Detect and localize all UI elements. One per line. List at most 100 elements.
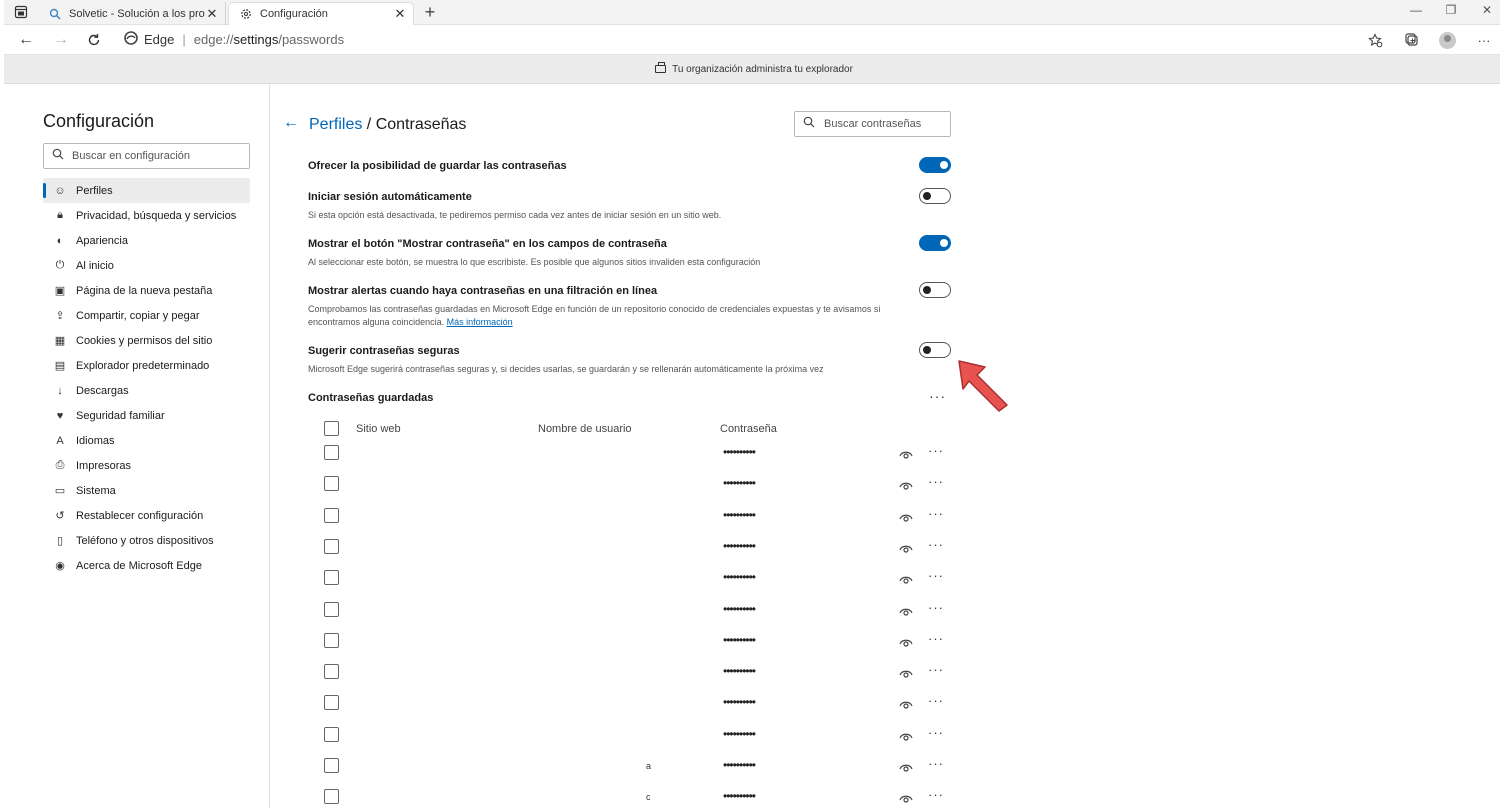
browser-icon: ▤ (54, 360, 66, 372)
row-more-icon[interactable]: ··· (928, 725, 944, 740)
setting-toggle[interactable] (919, 157, 951, 173)
tab-strip: Solvetic - Solución a los problem ✕ Conf… (4, 0, 1500, 25)
row-more-icon[interactable]: ··· (928, 662, 944, 677)
show-password-eye-icon[interactable] (899, 478, 913, 490)
password-search-box[interactable] (794, 111, 951, 137)
close-window-icon[interactable]: ✕ (1477, 3, 1497, 17)
row-more-icon[interactable]: ··· (928, 506, 944, 521)
sidebar-item-newtab[interactable]: ▣ Página de la nueva pestaña (43, 278, 250, 303)
row-more-icon[interactable]: ··· (928, 443, 944, 458)
phone-icon: ▯ (56, 535, 64, 547)
show-password-eye-icon[interactable] (899, 760, 913, 772)
row-more-icon[interactable]: ··· (928, 568, 944, 583)
more-menu-icon[interactable]: ··· (1475, 31, 1493, 49)
row-more-icon[interactable]: ··· (928, 693, 944, 708)
row-checkbox[interactable] (324, 789, 339, 805)
row-checkbox[interactable] (324, 507, 339, 523)
sidebar-item-reset[interactable]: ↺ Restablecer configuración (43, 503, 250, 528)
row-password: •••••••••• (723, 758, 756, 772)
show-password-eye-icon[interactable] (899, 729, 913, 741)
row-more-icon[interactable]: ··· (928, 600, 944, 615)
refresh-icon[interactable] (84, 30, 104, 50)
sidebar-item-phone[interactable]: ▯ Teléfono y otros dispositivos (43, 528, 250, 553)
tab-configuracion[interactable]: Configuración ✕ (228, 2, 414, 25)
row-more-icon[interactable]: ··· (928, 537, 944, 552)
setting-toggle[interactable] (919, 282, 951, 298)
download-icon: ↓ (57, 384, 63, 397)
back-arrow-icon[interactable]: ← (283, 114, 299, 132)
row-checkbox[interactable] (324, 695, 339, 711)
url-text: edge://settings/passwords (193, 32, 345, 47)
restore-icon[interactable]: ❐ (1441, 3, 1461, 17)
show-password-eye-icon[interactable] (899, 697, 913, 709)
setting-toggle[interactable] (919, 342, 951, 358)
show-password-eye-icon[interactable] (899, 447, 913, 459)
sidebar-item-family[interactable]: ♥︎ Seguridad familiar (43, 403, 250, 428)
profile-avatar-icon[interactable] (1438, 31, 1456, 49)
breadcrumb: Perfiles / Contraseñas (309, 116, 466, 134)
column-header-user: Nombre de usuario (538, 423, 632, 435)
tab-actions-icon[interactable] (14, 5, 28, 19)
password-search-input[interactable] (824, 118, 944, 130)
sidebar-item-download[interactable]: ↓ Descargas (43, 378, 250, 403)
address-bar[interactable]: Edge | edge://settings/passwords (124, 31, 344, 48)
sidebar-item-share[interactable]: ⇪ Compartir, copiar y pegar (43, 303, 250, 328)
row-more-icon[interactable]: ··· (928, 787, 944, 802)
sidebar-item-laptop[interactable]: ▭ Sistema (43, 478, 250, 503)
laptop-icon: ▭ (54, 485, 66, 497)
row-checkbox[interactable] (324, 570, 339, 586)
row-checkbox[interactable] (324, 726, 339, 742)
sidebar-nav: ☺ Perfiles 🔒︎ Privacidad, búsqueda y servic… (43, 178, 250, 578)
more-info-link[interactable]: Más información (447, 317, 513, 327)
sidebar-item-palette[interactable]: ◐ Apariencia (43, 228, 250, 253)
sidebar-item-power[interactable]: ⏻ Al inicio (43, 253, 250, 278)
row-more-icon[interactable]: ··· (928, 631, 944, 646)
show-password-eye-icon[interactable] (899, 541, 913, 553)
sidebar-item-printer[interactable]: ⎙ Impresoras (43, 453, 250, 478)
close-tab-icon[interactable]: ✕ (393, 6, 407, 22)
row-more-icon[interactable]: ··· (928, 756, 944, 771)
setting-label: Mostrar el botón "Mostrar contraseña" en… (308, 238, 667, 250)
minimize-icon[interactable]: — (1406, 3, 1426, 17)
breadcrumb-profiles-link[interactable]: Perfiles (309, 116, 362, 133)
show-password-eye-icon[interactable] (899, 510, 913, 522)
row-checkbox[interactable] (324, 601, 339, 617)
setting-toggle[interactable] (919, 235, 951, 251)
settings-search-input[interactable] (72, 150, 242, 162)
sidebar-item-edge[interactable]: ◉ Acerca de Microsoft Edge (43, 553, 250, 578)
tab-solvetic[interactable]: Solvetic - Solución a los problem ✕ (38, 2, 226, 25)
show-password-eye-icon[interactable] (899, 604, 913, 616)
row-checkbox[interactable] (324, 445, 339, 460)
sidebar-item-lock[interactable]: 🔒︎ Privacidad, búsqueda y servicios (43, 203, 250, 228)
saved-passwords-title: Contraseñas guardadas (308, 392, 434, 404)
new-tab-icon[interactable]: + (420, 1, 440, 23)
favorites-star-icon[interactable] (1366, 31, 1384, 49)
table-row: •••••••••• ··· (324, 537, 954, 559)
sidebar-item-label: Cookies y permisos del sitio (76, 334, 213, 347)
show-password-eye-icon[interactable] (899, 666, 913, 678)
collections-icon[interactable] (1403, 31, 1421, 49)
sidebar-item-language[interactable]: A Idiomas (43, 428, 250, 453)
row-checkbox[interactable] (324, 476, 339, 492)
back-icon[interactable]: ← (16, 30, 36, 50)
setting-description: Microsoft Edge sugerirá contraseñas segu… (308, 364, 824, 374)
row-checkbox[interactable] (324, 538, 339, 554)
show-password-eye-icon[interactable] (899, 635, 913, 647)
row-checkbox[interactable] (324, 632, 339, 648)
show-password-eye-icon[interactable] (899, 572, 913, 584)
row-checkbox[interactable] (324, 664, 339, 680)
row-password: •••••••••• (723, 664, 756, 679)
row-checkbox[interactable] (324, 758, 339, 773)
forward-icon[interactable]: → (51, 30, 71, 50)
sidebar-item-profile[interactable]: ☺ Perfiles (43, 178, 250, 203)
row-more-icon[interactable]: ··· (928, 474, 944, 489)
sidebar-item-browser[interactable]: ▤ Explorador predeterminado (43, 353, 250, 378)
settings-search-box[interactable] (43, 143, 250, 169)
close-tab-icon[interactable]: ✕ (205, 6, 219, 22)
sidebar-item-cookies[interactable]: ▦ Cookies y permisos del sitio (43, 328, 250, 353)
select-all-checkbox[interactable] (324, 421, 339, 436)
setting-toggle[interactable] (919, 188, 951, 204)
show-password-eye-icon[interactable] (899, 791, 913, 803)
sidebar-item-label: Idiomas (76, 434, 115, 447)
saved-passwords-more-icon[interactable]: ··· (929, 388, 946, 404)
